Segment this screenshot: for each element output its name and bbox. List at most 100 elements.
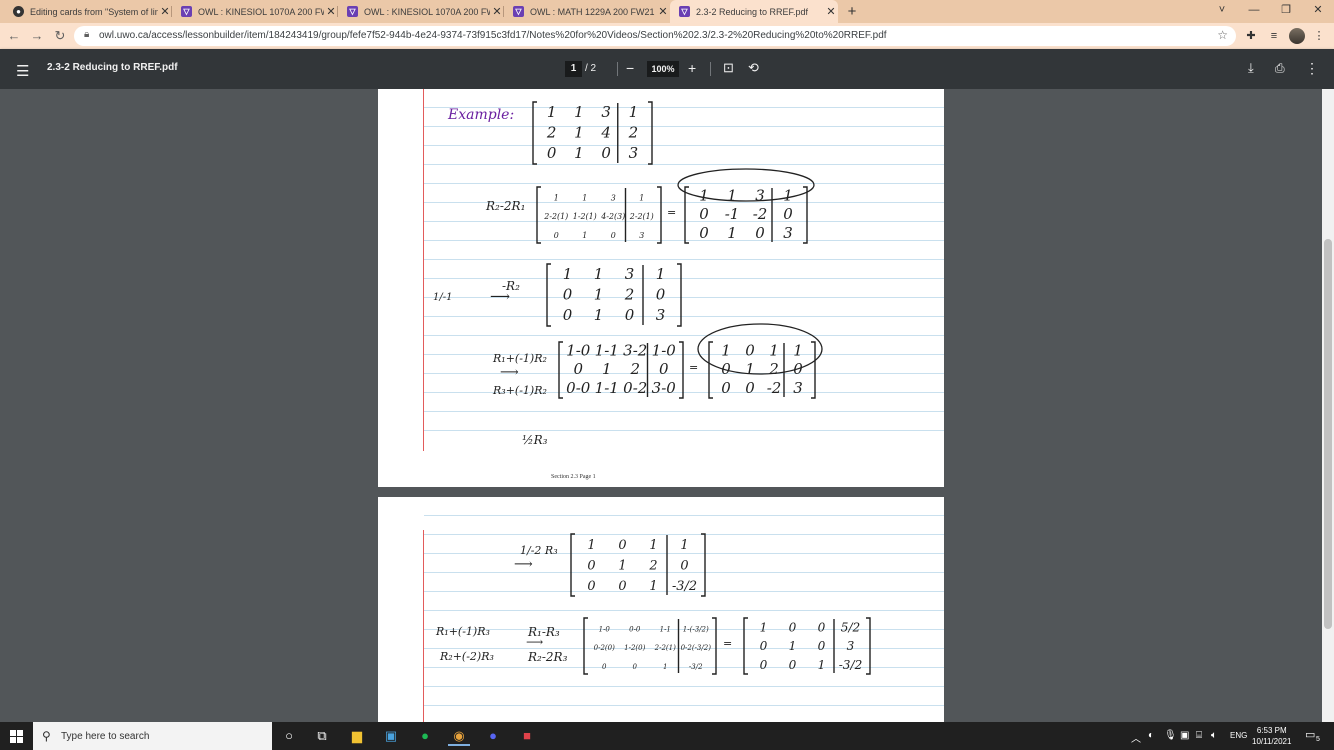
cortana-icon[interactable]: ○ — [278, 726, 300, 746]
matrix-entry: 1 — [547, 103, 557, 121]
rotate-icon[interactable]: ⟲ — [748, 60, 759, 76]
matrix-entry: 1 — [574, 124, 584, 142]
matrix-entry: 1 — [594, 306, 604, 324]
address-bar[interactable]: 🔒︎ owl.uwo.ca/access/lessonbuilder/item/… — [74, 26, 1236, 46]
matrix-entry: 1-0 — [652, 341, 677, 359]
close-icon[interactable]: ✕ — [824, 5, 838, 18]
matrix-entry: 0 — [789, 620, 797, 634]
scrollbar-thumb[interactable] — [1324, 239, 1332, 629]
close-icon[interactable]: ✕ — [158, 5, 172, 18]
media-controls-icon[interactable]: ≡ — [1266, 28, 1282, 44]
matrix-right-bracket — [648, 101, 653, 165]
more-options-icon[interactable]: ⋮ — [1305, 60, 1319, 76]
matrix-entry: 1 — [587, 538, 595, 553]
tab-pdf-active[interactable]: ▽ 2.3-2 Reducing to RREF.pdf ✕ — [670, 0, 838, 23]
matrix-entry: 0 — [818, 620, 826, 634]
close-icon[interactable]: ✕ — [656, 5, 670, 18]
notification-icon[interactable]: ▭ — [1305, 728, 1315, 741]
spotify-icon[interactable]: ● — [414, 726, 436, 746]
matrix-entry: 0-2(-3/2) — [681, 644, 712, 652]
matrix-entry: 0-0 — [566, 379, 591, 397]
matrix-entry: 2 — [624, 286, 635, 304]
tray-app-icon[interactable]: ▣ — [1180, 730, 1189, 741]
matrix-entry: 0 — [618, 579, 626, 594]
equals-sign: = — [667, 206, 677, 219]
matrix-entry: -2 — [767, 379, 782, 397]
matrix-entry: 0-2 — [623, 379, 647, 397]
matrix-entry: 2-2(1) — [543, 212, 568, 221]
tab-strip: ● Editing cards from "System of lin ✕ ▽ … — [0, 0, 1334, 23]
zoom-in-icon[interactable]: + — [688, 60, 696, 76]
extensions-puzzle-icon[interactable]: ✚ — [1243, 28, 1259, 44]
tray-overflow-icon[interactable]: ︿ — [1131, 730, 1141, 745]
page-number-input[interactable]: 1 — [565, 61, 582, 77]
margin-note: 1/-1 — [433, 292, 453, 303]
taskbar-clock[interactable]: 6:53 PM 10/11/2021 — [1252, 725, 1291, 747]
close-icon[interactable]: ✕ — [490, 5, 504, 18]
task-view-icon[interactable]: ⧉ — [311, 726, 333, 746]
matrix-entry: 1 — [594, 286, 604, 304]
windows-start-icon[interactable] — [10, 730, 23, 743]
close-window-button[interactable]: ✕ — [1302, 0, 1334, 23]
matrix-entry: 0 — [611, 231, 616, 240]
circle-annotation — [677, 168, 815, 202]
matrix-entry: 1 — [649, 538, 657, 553]
download-icon[interactable]: ⤓ — [1248, 60, 1254, 76]
menu-icon[interactable]: ☰ — [16, 62, 29, 80]
matrix-entry: 1-2(0) — [624, 644, 645, 652]
todoist-icon[interactable]: ■ — [516, 726, 538, 746]
tab-owl-kinesiol-1[interactable]: ▽ OWL : KINESIOL 1070A 200 FW2 ✕ — [172, 0, 338, 23]
chrome-menu-icon[interactable]: ⋮ — [1311, 28, 1327, 44]
tab-search-button[interactable]: ˅ — [1206, 0, 1238, 23]
matrix-entry: 3-0 — [652, 379, 677, 397]
matrix-entry: 0 — [563, 306, 573, 324]
matrix-right-bracket — [677, 263, 682, 327]
matrix-entry: 1-1 — [595, 379, 619, 397]
discord-icon[interactable]: ● — [482, 726, 504, 746]
microphone-icon[interactable]: 🎙︎ — [1164, 730, 1177, 741]
bookmark-star-icon[interactable]: ☆ — [1217, 28, 1228, 42]
forward-arrow-icon[interactable]: → — [27, 26, 47, 46]
pdf-viewer[interactable]: Example: 113121420103 R₂-2R₁ 1 1 3 1 2-2(1) 1… — [0, 89, 1322, 722]
taskbar-search-input[interactable]: ⚲ Type here to search — [33, 722, 272, 750]
lock-icon[interactable]: 🔒︎ — [84, 29, 89, 40]
back-arrow-icon[interactable]: ← — [4, 26, 24, 46]
matrix-entry: 0 — [699, 205, 709, 223]
tab-owl-kinesiol-2[interactable]: ▽ OWL : KINESIOL 1070A 200 FW2 ✕ — [338, 0, 504, 23]
language-indicator[interactable]: ENG — [1230, 731, 1247, 740]
arrow-step4: ⟶ — [514, 557, 533, 572]
zoom-out-icon[interactable]: − — [626, 60, 634, 76]
zoom-level-input[interactable]: 100% — [647, 61, 679, 77]
minimize-button[interactable]: — — [1238, 0, 1270, 23]
matrix-entry: 1 — [818, 658, 826, 672]
matrix-entry: 1 — [639, 193, 644, 202]
restore-button[interactable]: ❐ — [1270, 0, 1302, 23]
network-icon[interactable]: ⌸ — [1196, 730, 1202, 741]
matrix-entry: 3 — [847, 639, 855, 653]
tray-meet-icon[interactable]: ◐ — [1148, 730, 1154, 741]
clock-time: 6:53 PM — [1256, 726, 1287, 735]
tab-owl-math[interactable]: ▽ OWL : MATH 1229A 200 FW21 : ✕ — [504, 0, 670, 23]
close-icon[interactable]: ✕ — [324, 5, 338, 18]
arrow-step5: ⟶ — [526, 635, 544, 649]
new-tab-button[interactable]: + — [844, 0, 860, 23]
matrix-entry: 0 — [618, 538, 626, 553]
tab-title: OWL : KINESIOL 1070A 200 FW2 — [198, 6, 324, 17]
file-explorer-icon[interactable]: ▆ — [346, 726, 368, 746]
url-text[interactable]: owl.uwo.ca/access/lessonbuilder/item/184… — [99, 30, 887, 41]
clock-date: 10/11/2021 — [1252, 737, 1292, 746]
volume-icon[interactable]: 🔈︎ — [1211, 730, 1217, 741]
tab-quizlet[interactable]: ● Editing cards from "System of lin ✕ — [4, 0, 172, 23]
op-step4-partial: ½R₃ — [522, 433, 548, 447]
store-icon[interactable]: ▣ — [380, 726, 402, 746]
print-icon[interactable]: ⎙ — [1275, 60, 1285, 76]
op-step4: 1/-2 R₃ — [520, 544, 558, 557]
matrix-entry: -3/2 — [672, 579, 697, 594]
viewer-scrollbar[interactable] — [1322, 89, 1334, 722]
page-total: / 2 — [585, 63, 597, 74]
chrome-icon[interactable]: ◉ — [448, 726, 470, 746]
matrix-entry: 1-0 — [566, 341, 591, 359]
reload-icon[interactable]: ↻ — [50, 26, 70, 46]
avatar[interactable] — [1289, 28, 1305, 44]
fit-page-icon[interactable]: ⊡ — [723, 60, 734, 76]
